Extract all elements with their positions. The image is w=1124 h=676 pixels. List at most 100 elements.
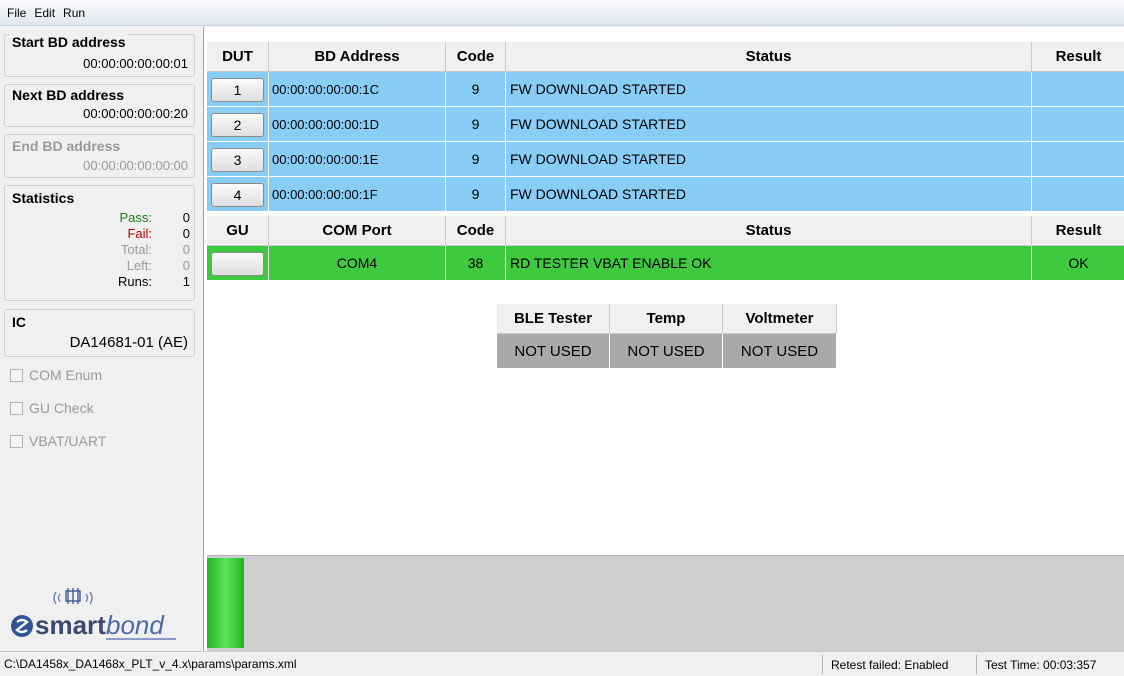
vbat-uart-checkbox[interactable]: VBAT/UART xyxy=(10,432,106,450)
menu-bar: File Edit Run xyxy=(0,0,1124,26)
ic-title: IC xyxy=(10,314,28,330)
inst-value-temp: NOT USED xyxy=(610,334,723,368)
dut-header-dut: DUT xyxy=(207,42,269,72)
inst-header-voltmeter: Voltmeter xyxy=(723,304,837,334)
instruments-table: BLE Tester Temp Voltmeter NOT USED NOT U… xyxy=(497,304,837,368)
smartbond-logo-graphic: smart bond xyxy=(11,588,176,640)
inst-value-voltmeter: NOT USED xyxy=(723,334,837,368)
stat-runs-value: 1 xyxy=(182,274,190,289)
gu-result: OK xyxy=(1032,246,1124,281)
next-bd-title: Next BD address xyxy=(10,87,127,103)
gu-status: RD TESTER VBAT ENABLE OK xyxy=(506,246,1032,281)
stat-pass-label: Pass: xyxy=(119,210,152,225)
logo-smart-text: smart xyxy=(35,610,106,640)
start-bd-group: Start BD address 00:00:00:00:00:01 xyxy=(4,34,195,77)
gu-header-port: COM Port xyxy=(269,216,446,246)
next-bd-group: Next BD address 00:00:00:00:00:20 xyxy=(4,84,195,127)
dut-bd-address: 00:00:00:00:00:1D xyxy=(269,107,446,142)
test-time: Test Time: 00:03:357 xyxy=(976,655,1124,674)
dut-status: FW DOWNLOAD STARTED xyxy=(506,142,1032,177)
gu-check-checkbox[interactable]: GU Check xyxy=(10,399,94,417)
dut-code: 9 xyxy=(446,177,506,212)
dut-status: FW DOWNLOAD STARTED xyxy=(506,72,1032,107)
progress-bar xyxy=(207,555,1124,651)
dut-header-code: Code xyxy=(446,42,506,72)
stat-runs: Runs: 1 xyxy=(9,274,192,289)
dut-result xyxy=(1032,177,1124,212)
menu-file[interactable]: File xyxy=(3,6,30,20)
gu-header-code: Code xyxy=(446,216,506,246)
dut-header-bd: BD Address xyxy=(269,42,446,72)
smartbond-logo: smart bond xyxy=(8,582,198,650)
gu-row: COM4 38 RD TESTER VBAT ENABLE OK OK xyxy=(207,246,1124,281)
dut-code: 9 xyxy=(446,107,506,142)
dut-bd-address: 00:00:00:00:00:1E xyxy=(269,142,446,177)
dut-result xyxy=(1032,72,1124,107)
ic-value: DA14681-01 (AE) xyxy=(69,334,188,351)
end-bd-title: End BD address xyxy=(10,138,123,154)
dut-status: FW DOWNLOAD STARTED xyxy=(506,107,1032,142)
stat-left: Left: 0 xyxy=(9,258,192,273)
gu-header-result: Result xyxy=(1032,216,1124,246)
dut-row: 3 00:00:00:00:00:1E 9 FW DOWNLOAD STARTE… xyxy=(207,142,1124,177)
gu-code: 38 xyxy=(446,246,506,281)
gu-header-status: Status xyxy=(506,216,1032,246)
inst-header-ble: BLE Tester xyxy=(497,304,610,334)
main-area: DUT BD Address Code Status Result 1 00:0… xyxy=(203,27,1124,651)
dut-row: 4 00:00:00:00:00:1F 9 FW DOWNLOAD STARTE… xyxy=(207,177,1124,212)
stat-left-value: 0 xyxy=(182,258,190,273)
params-file-path: C:\DA1458x_DA1468x_PLT_v_4.x\params\para… xyxy=(4,657,297,671)
dut-1-button[interactable]: 1 xyxy=(211,78,264,102)
progress-fill xyxy=(207,558,244,648)
gu-table-header: GU COM Port Code Status Result xyxy=(207,216,1124,246)
dut-header-result: Result xyxy=(1032,42,1124,72)
menu-edit[interactable]: Edit xyxy=(30,6,59,20)
gu-check-box[interactable] xyxy=(10,401,23,415)
start-bd-title: Start BD address xyxy=(10,34,128,50)
dut-result xyxy=(1032,107,1124,142)
dut-bd-address: 00:00:00:00:00:1C xyxy=(269,72,446,107)
next-bd-value: 00:00:00:00:00:20 xyxy=(83,106,188,121)
start-bd-value: 00:00:00:00:00:01 xyxy=(83,56,188,71)
menu-run[interactable]: Run xyxy=(59,6,89,20)
statistics-title: Statistics xyxy=(10,190,77,206)
stat-pass-value: 0 xyxy=(182,210,190,225)
stat-total-value: 0 xyxy=(182,242,190,257)
statistics-group: Statistics Pass: 0 Fail: 0 Total: 0 Left… xyxy=(4,185,195,301)
ic-group: IC DA14681-01 (AE) xyxy=(4,309,195,357)
dut-4-button[interactable]: 4 xyxy=(211,183,264,207)
dut-header-status: Status xyxy=(506,42,1032,72)
stat-runs-label: Runs: xyxy=(118,274,152,289)
gu-check-label: GU Check xyxy=(29,400,94,416)
stat-total: Total: 0 xyxy=(9,242,192,257)
dut-row: 1 00:00:00:00:00:1C 9 FW DOWNLOAD STARTE… xyxy=(207,72,1124,107)
retest-status: Retest failed: Enabled xyxy=(822,655,976,674)
dut-result xyxy=(1032,142,1124,177)
dut-status: FW DOWNLOAD STARTED xyxy=(506,177,1032,212)
end-bd-value: 00:00:00:00:00:00 xyxy=(83,158,188,173)
gu-header-gu: GU xyxy=(207,216,269,246)
com-enum-label: COM Enum xyxy=(29,367,103,383)
inst-value-ble: NOT USED xyxy=(497,334,610,368)
stat-pass: Pass: 0 xyxy=(9,210,192,225)
dut-2-button[interactable]: 2 xyxy=(211,113,264,137)
dut-3-button[interactable]: 3 xyxy=(211,148,264,172)
dut-code: 9 xyxy=(446,72,506,107)
dut-bd-address: 00:00:00:00:00:1F xyxy=(269,177,446,212)
com-enum-checkbox[interactable]: COM Enum xyxy=(10,366,102,384)
dut-row: 2 00:00:00:00:00:1D 9 FW DOWNLOAD STARTE… xyxy=(207,107,1124,142)
vbat-uart-box[interactable] xyxy=(10,434,23,448)
logo-bond-text: bond xyxy=(106,610,165,640)
stat-fail-label: Fail: xyxy=(127,226,152,241)
com-enum-box[interactable] xyxy=(10,368,23,382)
left-panel: Start BD address 00:00:00:00:00:01 Next … xyxy=(0,27,200,651)
stat-fail-value: 0 xyxy=(182,226,190,241)
stat-left-label: Left: xyxy=(126,258,152,273)
dut-table-header: DUT BD Address Code Status Result xyxy=(207,42,1124,72)
gu-button[interactable] xyxy=(211,252,264,276)
gu-com-port: COM4 xyxy=(269,246,446,281)
inst-header-temp: Temp xyxy=(610,304,723,334)
stat-fail: Fail: 0 xyxy=(9,226,192,241)
vbat-uart-label: VBAT/UART xyxy=(29,433,107,449)
end-bd-group: End BD address 00:00:00:00:00:00 xyxy=(4,134,195,178)
